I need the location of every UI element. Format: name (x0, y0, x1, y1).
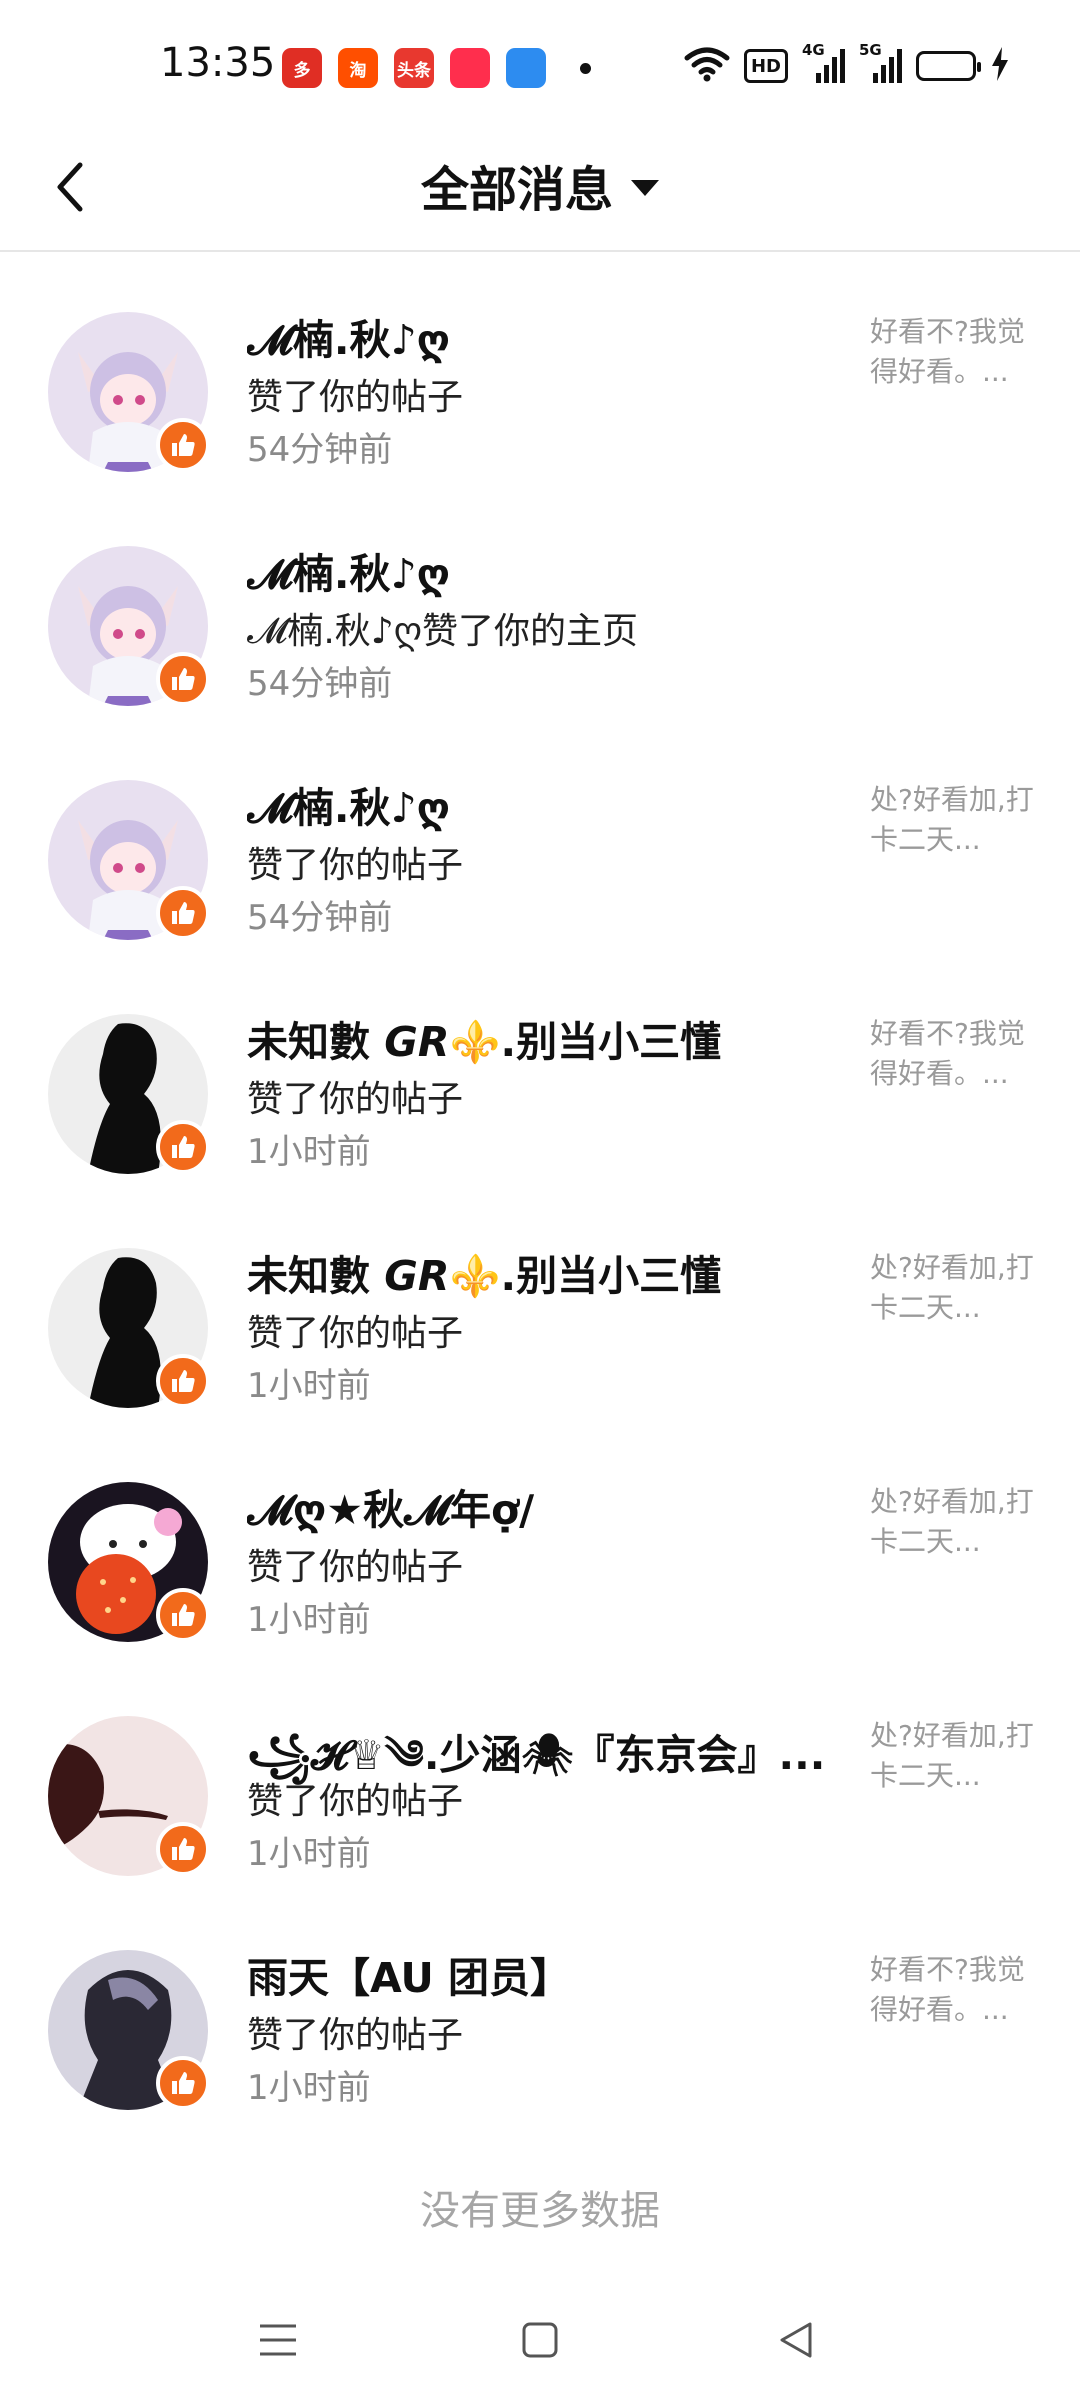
like-badge-thumbs-up-icon (156, 2056, 210, 2110)
like-badge-thumbs-up-icon (156, 1120, 210, 1174)
menu-button[interactable] (248, 2310, 308, 2370)
message-time: 54分钟前 (247, 898, 393, 938)
top-app-bar: 全部消息 (0, 130, 1080, 252)
message-action: 赞了你的帖子 (247, 2015, 464, 2056)
message-time: 1小时前 (247, 1132, 371, 1172)
signal-5g-icon: 5G (859, 41, 902, 83)
post-preview[interactable]: 好看不?我觉得好看。... (870, 1014, 1040, 1094)
pinduoduo-icon: 多 (282, 48, 322, 88)
back-triangle-icon (780, 2322, 812, 2358)
message-time: 1小时前 (247, 2068, 371, 2108)
back-nav-button[interactable] (766, 2310, 826, 2370)
like-badge-thumbs-up-icon (156, 1822, 210, 1876)
message-time: 54分钟前 (247, 430, 393, 470)
like-badge-thumbs-up-icon (156, 1354, 210, 1408)
charging-icon (990, 47, 1010, 85)
message-action: 赞了你的帖子 (247, 1547, 464, 1588)
message-time: 54分钟前 (247, 664, 393, 704)
blue-app-icon (506, 48, 546, 88)
user-name[interactable]: 𝓜楠.秋♪ღ (247, 540, 450, 600)
status-time: 13:35 (160, 40, 276, 86)
user-name[interactable]: 未知數 𝙂𝙍⚜️.别当小三懂 (247, 1008, 721, 1068)
hd-voice-icon: HD (743, 49, 788, 83)
status-bar: 13:35 多淘头条 HD 4G 5G (0, 0, 1080, 130)
user-name[interactable]: 𝓜ღ★秋𝓜年ợ/ (247, 1476, 534, 1536)
caret-down-icon (631, 180, 659, 196)
post-preview[interactable]: 好看不?我觉得好看。... (870, 312, 1040, 392)
message-list: 𝓜楠.秋♪ღ 赞了你的帖子 54分钟前 好看不?我觉得好看。... 𝓜楠.秋♪ღ… (0, 278, 1080, 2150)
message-row[interactable]: 𝓜ღ★秋𝓜年ợ/ 赞了你的帖子 1小时前 处?好看加,打卡二天... (0, 1448, 1080, 1682)
message-filter-dropdown[interactable]: 全部消息 (0, 150, 1080, 220)
more-notifications-dot-icon (580, 62, 591, 74)
wifi-icon (684, 46, 730, 86)
message-action: 赞了你的帖子 (247, 1079, 464, 1120)
message-action: 赞了你的帖子 (247, 845, 464, 886)
system-indicators: HD 4G 5G (684, 41, 1010, 86)
like-badge-thumbs-up-icon (156, 1588, 210, 1642)
signal-5g-label: 5G (859, 41, 882, 59)
message-time: 1小时前 (247, 1600, 371, 1640)
message-row[interactable]: 雨天【AU 团员】 赞了你的帖子 1小时前 好看不?我觉得好看。... (0, 1916, 1080, 2150)
user-name[interactable]: 雨天【AU 团员】 (247, 1944, 571, 2004)
message-row[interactable]: 𝓜楠.秋♪ღ 赞了你的帖子 54分钟前 处?好看加,打卡二天... (0, 746, 1080, 980)
user-name[interactable]: 𝓜楠.秋♪ღ (247, 306, 450, 366)
toutiao-icon: 头条 (394, 48, 434, 88)
post-preview[interactable]: 处?好看加,打卡二天... (870, 780, 1040, 860)
home-button[interactable] (510, 2310, 570, 2370)
message-row[interactable]: 未知數 𝙂𝙍⚜️.别当小三懂 赞了你的帖子 1小时前 处?好看加,打卡二天... (0, 1214, 1080, 1448)
no-more-data-label: 没有更多数据 (420, 2188, 660, 2234)
message-row[interactable]: ꧁𝓗♕༄.少涵🕷『东京会』... 赞了你的帖子 1小时前 处?好看加,打卡二天.… (0, 1682, 1080, 1916)
user-name[interactable]: 𝓜楠.秋♪ღ (247, 774, 450, 834)
location-app-icon (450, 48, 490, 88)
signal-4g-label: 4G (802, 41, 825, 59)
signal-4g-icon: 4G (802, 41, 845, 83)
post-preview[interactable]: 处?好看加,打卡二天... (870, 1248, 1040, 1328)
post-preview[interactable]: 处?好看加,打卡二天... (870, 1716, 1040, 1796)
like-badge-thumbs-up-icon (156, 418, 210, 472)
message-action: 赞了你的帖子 (247, 1313, 464, 1354)
like-badge-thumbs-up-icon (156, 886, 210, 940)
menu-icon (260, 2324, 296, 2356)
post-preview[interactable]: 处?好看加,打卡二天... (870, 1482, 1040, 1562)
message-time: 1小时前 (247, 1366, 371, 1406)
user-name[interactable]: 未知數 𝙂𝙍⚜️.别当小三懂 (247, 1242, 721, 1302)
home-square-icon (522, 2322, 558, 2358)
notification-icons: 多淘头条 (282, 48, 591, 88)
page-title: 全部消息 (420, 162, 613, 218)
message-time: 1小时前 (247, 1834, 371, 1874)
system-navigation-bar (0, 2270, 1080, 2400)
message-action: 𝓜楠.秋♪ღ赞了你的主页 (247, 611, 639, 652)
post-preview[interactable]: 好看不?我觉得好看。... (870, 1950, 1040, 2030)
battery-icon (916, 51, 981, 81)
taobao-icon: 淘 (338, 48, 378, 88)
message-row[interactable]: 𝓜楠.秋♪ღ 赞了你的帖子 54分钟前 好看不?我觉得好看。... (0, 278, 1080, 512)
message-action: 赞了你的帖子 (247, 377, 464, 418)
message-row[interactable]: 未知數 𝙂𝙍⚜️.别当小三懂 赞了你的帖子 1小时前 好看不?我觉得好看。... (0, 980, 1080, 1214)
like-badge-thumbs-up-icon (156, 652, 210, 706)
message-row[interactable]: 𝓜楠.秋♪ღ 𝓜楠.秋♪ღ赞了你的主页 54分钟前 (0, 512, 1080, 746)
message-action: 赞了你的帖子 (247, 1781, 464, 1822)
